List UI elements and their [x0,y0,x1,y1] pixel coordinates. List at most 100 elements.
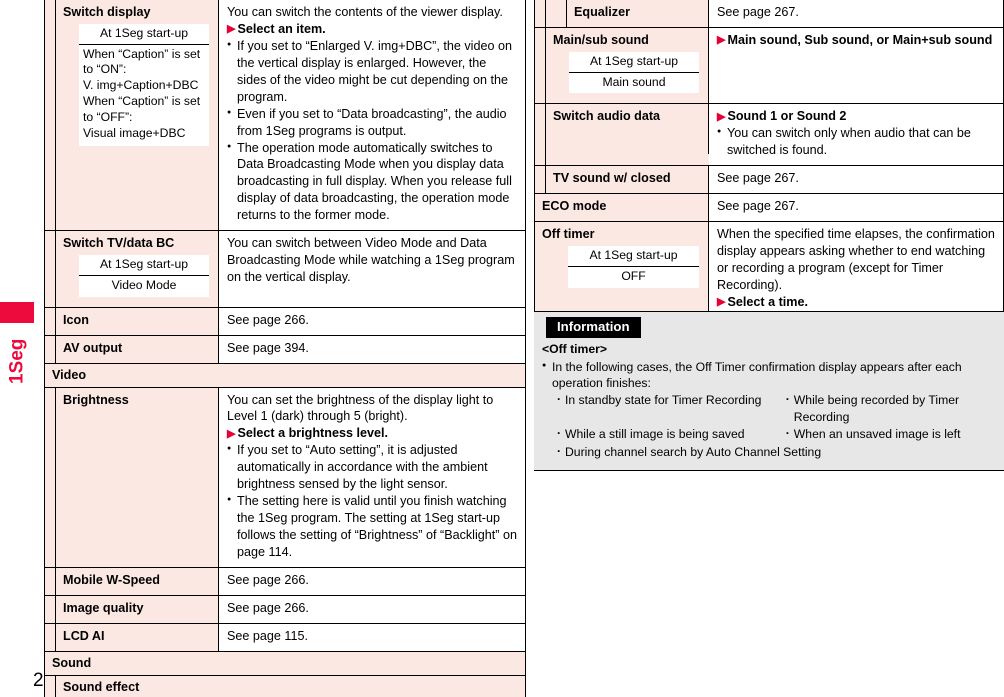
indent-rail [535,0,546,27]
table-row: Switch audio data Sound 1 or Sound 2 You… [535,103,1003,166]
default-box-value: OFF [621,268,646,283]
indent-rail [45,0,56,231]
table-row: Image quality See page 266. [45,594,525,623]
desc-intro: See page 267. [717,5,799,19]
desc-intro: You can switch between Video Mode and Da… [227,236,515,285]
manual-page: 1Seg 256 Switch display At 1Seg start-up… [0,0,1004,697]
indent-rail [45,335,56,363]
default-value-box: At 1Seg start-up When “Caption” is set t… [79,23,209,146]
table-row: Off timer At 1Seg start-up OFF When the … [535,221,1003,317]
default-box-value: Video Mode [111,277,177,292]
row-description: See page 267. [709,194,1003,222]
information-bullet: In the following cases, the Off Timer co… [542,359,996,392]
row-label-cell: ECO mode [535,194,709,222]
table-row: TV sound w/ closed See page 267. [535,165,1003,194]
row-description: Main sound, Sub sound, or Main+sub sound [709,27,1003,104]
indent-rail [45,567,56,595]
desc-action: Select a time. [717,294,995,311]
desc-intro: See page 266. [227,312,309,327]
table-row: AV output See page 394. [45,334,525,363]
desc-action: Main sound, Sub sound, or Main+sub sound [717,32,995,49]
row-label-cell: AV output [56,335,219,363]
row-description: See page 266. [219,307,525,335]
indent-rail [45,307,56,335]
default-box-header: At 1Seg start-up [79,255,209,276]
row-label-cell: Brightness [56,387,219,567]
row-description: You can set the brightness of the displa… [219,387,525,567]
desc-bullet: If you set to “Enlarged V. img+DBC”, the… [227,38,517,106]
row-label: LCD AI [63,628,105,643]
indent-rail [45,623,56,651]
row-label: Equalizer [574,5,630,19]
chapter-tab-label: 1Seg [6,338,28,384]
row-label-cell: Icon [56,307,219,335]
row-label-cell: TV sound w/ closed [546,166,709,194]
information-item: When an unsaved image is left [785,425,996,443]
desc-intro: See page 266. [227,600,309,615]
section-band-label: Sound [45,651,525,675]
information-item: During channel search by Auto Channel Se… [556,443,996,461]
section-band-label: Video [45,363,525,387]
row-description: See page 267. [709,166,1003,194]
desc-bullet: Even if you set to “Data broadcasting”, … [227,106,517,140]
desc-intro: See page 267. [717,199,799,214]
row-label: Icon [63,312,89,327]
row-label-cell: Switch display At 1Seg start-up When “Ca… [56,0,219,231]
row-label: ECO mode [542,199,607,214]
left-column: Switch display At 1Seg start-up When “Ca… [44,0,526,697]
information-tag: Information [546,317,641,338]
desc-bullet: The operation mode automatically switche… [227,140,517,225]
default-value-box: At 1Seg start-up Video Mode [79,254,209,297]
indent-rail [546,0,567,27]
desc-intro: See page 394. [227,340,309,355]
row-label: Switch TV/data BC [63,236,175,251]
desc-intro: See page 115. [227,628,308,643]
row-label: Main/sub sound [553,32,649,47]
default-box-value: When “Caption” is set to “ON”: V. img+Cap… [83,46,201,140]
table-row: Icon See page 266. [45,306,525,335]
desc-intro: See page 267. [717,171,799,186]
indent-rail [45,675,56,697]
row-description: When the specified time elapses, the con… [709,222,1003,317]
row-description: See page 266. [219,567,525,595]
information-item: While being recorded by Timer Recording [785,391,996,427]
default-box-value: Main sound [602,74,666,89]
table-row: Switch TV/data BC At 1Seg start-up Video… [45,230,525,307]
desc-bullet: If you set to “Auto setting”, it is adju… [227,442,517,493]
row-label-cell: LCD AI [56,623,219,651]
desc-bullet: The setting here is valid until you fini… [227,493,517,561]
row-label: Off timer [542,227,595,242]
row-label: AV output [63,340,123,355]
indent-rail [535,104,546,166]
information-subtitle: <Off timer> [542,341,608,356]
desc-action: Sound 1 or Sound 2 [717,108,995,125]
information-item: While a still image is being saved [556,425,785,443]
row-description: See page 266. [219,595,525,623]
row-label-cell: Switch TV/data BC At 1Seg start-up Video… [56,231,219,307]
table-row: Equalizer See page 267. [535,0,1003,27]
row-description: See page 115. [219,623,525,651]
desc-action: Select an item. [227,21,517,38]
indent-rail [45,231,56,307]
desc-intro: See page 266. [227,572,309,587]
default-value-box: At 1Seg start-up OFF [568,245,699,288]
indent-rail [45,595,56,623]
desc-intro: You can switch the contents of the viewe… [227,5,503,19]
row-label-cell: Equalizer [567,0,709,27]
chapter-tab-marker [0,302,34,323]
row-label: Mobile W-Speed [63,572,160,587]
table-row: Brightness You can set the brightness of… [45,386,525,567]
row-description: See page 267. [709,0,1003,27]
information-box: Information <Off timer> In the following… [534,311,1004,472]
desc-intro: You can set the brightness of the displa… [227,392,494,424]
table-row: Mobile W-Speed See page 266. [45,566,525,595]
indent-rail [45,387,56,567]
row-description: See page 394. [219,335,525,363]
table-row: ECO mode See page 267. [535,193,1003,222]
desc-action: Select a brightness level. [227,425,517,442]
information-item-grid: In standby state for Timer Recording Whi… [542,391,996,461]
section-band-video: Video [45,362,525,387]
table-row: Switch display At 1Seg start-up When “Ca… [45,0,525,231]
table-row: Main/sub sound At 1Seg start-up Main sou… [535,26,1003,104]
row-label: TV sound w/ closed [553,171,671,186]
